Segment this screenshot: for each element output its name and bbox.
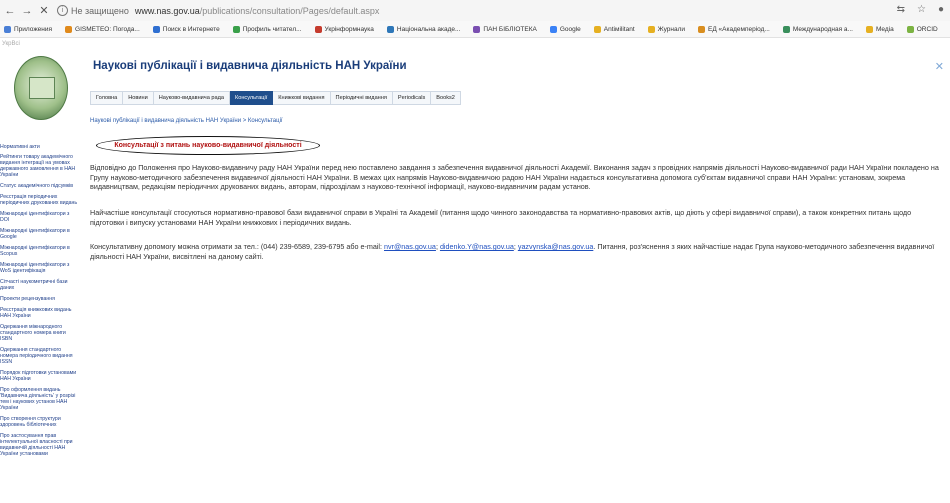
bookmark-icon xyxy=(4,25,11,33)
close-icon[interactable]: ✕ xyxy=(935,60,944,73)
tab-menu-item[interactable]: Періодичні видання xyxy=(330,91,393,105)
sidebar-item[interactable]: Реєстрація періодичних періодичних друко… xyxy=(0,194,78,206)
tab-menu-item[interactable]: Books2 xyxy=(431,91,461,105)
email-link-didenko[interactable]: didenko.Y@nas.gov.ua xyxy=(440,242,514,251)
bookmark-item[interactable]: Національна акаде... xyxy=(383,25,461,33)
back-icon[interactable]: ← xyxy=(3,5,17,17)
bookmark-icon xyxy=(906,25,914,33)
bookmark-label: Національна акаде... xyxy=(396,25,461,33)
bookmark-item[interactable]: GISMETEO: Погода... xyxy=(61,25,140,33)
bookmark-item[interactable]: Укрінформнаука xyxy=(311,25,374,33)
bookmark-item[interactable]: Поиск в Интернете xyxy=(149,25,220,33)
browser-actions: ⇆ ☆ ● xyxy=(897,4,944,15)
address-bar: ← → ✕ i Не защищено www.nas.gov.ua/publi… xyxy=(0,0,950,22)
email-link-nvr[interactable]: nvr@nas.gov.ua xyxy=(384,242,436,251)
bookmark-item[interactable]: ПАН БІБЛІОТЕКА xyxy=(469,25,537,33)
sidebar-item[interactable]: Міжнародні ідентифікатори в Google xyxy=(0,228,78,240)
content-paragraph-1: Відповідно до Положення про Науково-вида… xyxy=(90,163,939,192)
top-menu: Головна Новини Науково-видавнича рада Консу… xyxy=(90,91,461,105)
bookmark-icon xyxy=(549,25,557,33)
tab-menu-item[interactable]: Науково-видавнича рада xyxy=(153,91,230,105)
breadcrumb[interactable]: Наукові публікації і видавнича діяльніст… xyxy=(90,118,283,124)
page-heading-text: Консультації з питань науково-видавничої… xyxy=(114,142,302,149)
sidebar-item[interactable]: Проекти рецензування xyxy=(0,296,78,302)
bookmark-icon xyxy=(65,25,73,33)
bookmark-item[interactable]: Журнали xyxy=(644,25,685,33)
stop-icon[interactable]: ✕ xyxy=(37,4,51,17)
url-path: /publications/consultation/Pages/default… xyxy=(199,5,380,16)
sidebar-item[interactable]: Одержання стандартного номера періодично… xyxy=(0,347,78,365)
page-top-text: УкрВсі xyxy=(2,41,20,47)
bookmark-icon xyxy=(386,25,394,33)
sidebar-item[interactable]: Сітчасті наукометричні бази даних xyxy=(0,279,78,291)
bookmark-item[interactable]: ORCID xyxy=(903,25,938,33)
sidebar-item[interactable]: Порядок підготовки установами НАН Україн… xyxy=(0,370,78,382)
tab-menu-item[interactable]: Periodicals xyxy=(392,91,432,105)
bookmark-icon xyxy=(473,25,481,33)
sidebar-item[interactable]: Реєстрація книжкових видань НАН України xyxy=(0,307,78,319)
bookmark-item[interactable]: Профиль читател... xyxy=(229,25,302,33)
sidebar-item[interactable]: Нормативні акти xyxy=(0,144,78,150)
info-icon[interactable]: i xyxy=(57,5,68,16)
star-icon[interactable]: ☆ xyxy=(917,4,926,15)
bookmark-label: Поиск в Интернете xyxy=(162,25,220,33)
bookmark-item[interactable]: Приложения xyxy=(0,25,53,33)
bookmark-label: Antiмilitant xyxy=(603,25,635,33)
bookmark-label: Профиль читател... xyxy=(242,25,302,33)
sidebar-item[interactable]: Статус академічного підсумків xyxy=(0,183,78,189)
sidebar-nav: Нормативні акти Рейтинги товару академічн… xyxy=(0,144,78,462)
bookmark-label: GISMETEO: Погода... xyxy=(75,25,140,33)
sidebar-item[interactable]: Про створення структури здоровень бібліо… xyxy=(0,416,78,428)
bookmark-icon xyxy=(647,25,655,33)
sidebar-item[interactable]: Міжнародні ідентифікатори з WoS ідентифі… xyxy=(0,262,78,274)
tab-menu-item[interactable]: Книжкові видання xyxy=(273,91,331,105)
bookmark-label: Укрінформнаука xyxy=(324,25,374,33)
bookmark-icon xyxy=(865,25,873,33)
url-host: www.nas.gov.ua xyxy=(134,5,200,16)
bookmarks-bar: Приложения GISMETEO: Погода... Поиск в Инт… xyxy=(0,21,950,38)
tab-menu-item[interactable]: Головна xyxy=(90,91,124,105)
bookmark-item[interactable]: Медіа xyxy=(862,25,894,33)
sidebar-item[interactable]: Міжнародні ідентифікатори в Scopus xyxy=(0,245,78,257)
bookmark-icon xyxy=(232,25,240,33)
bookmark-item[interactable]: ЕД «Академперіод... xyxy=(694,25,770,33)
site-title: Наукові публікації і видавнича діяльніст… xyxy=(93,60,407,72)
bookmark-icon xyxy=(593,25,601,33)
bookmark-icon xyxy=(782,25,790,33)
bookmark-icon xyxy=(314,25,322,33)
bookmark-icon xyxy=(698,25,705,33)
bookmark-label: ORCID xyxy=(916,25,938,33)
tab-menu-item[interactable]: Консультації xyxy=(229,91,274,105)
bookmark-label: ПАН БІБЛІОТЕКА xyxy=(483,25,537,33)
translate-icon[interactable]: ⇆ xyxy=(897,4,905,15)
sidebar-item[interactable]: Про оформлення видань 'Видавнича діяльні… xyxy=(0,387,78,411)
page-heading: Консультації з питань науково-видавничої… xyxy=(96,136,320,155)
sidebar-item[interactable]: Про застосування прав інтелектуальної вл… xyxy=(0,433,78,457)
bookmark-label: Приложения xyxy=(14,25,53,33)
insecure-label: Не защищено xyxy=(71,5,129,16)
content-paragraph-3: Консультативну допомогу можна отримати з… xyxy=(90,242,942,261)
bookmark-label: ЕД «Академперіод... xyxy=(708,25,770,33)
bookmark-label: Google xyxy=(559,25,581,33)
url-input[interactable]: www.nas.gov.ua/publications/consultation… xyxy=(135,6,380,16)
bookmark-item[interactable]: Google xyxy=(546,25,581,33)
contact-text: Консультативну допомогу можна отримати з… xyxy=(90,242,385,251)
bookmark-item[interactable]: Международная а... xyxy=(779,25,853,33)
sidebar-item[interactable]: Одержання міжнародного стандартного номе… xyxy=(0,324,78,342)
bookmark-label: Международная а... xyxy=(792,25,853,33)
bookmark-label: Медіа xyxy=(875,25,894,33)
content-paragraph-2: Найчастіше консультації стосуються норма… xyxy=(90,208,912,227)
bookmark-icon xyxy=(152,25,160,33)
profile-icon[interactable]: ● xyxy=(938,4,944,15)
nasu-logo[interactable] xyxy=(14,56,68,120)
bookmark-label: Журнали xyxy=(657,25,685,33)
sidebar-item[interactable]: Рейтинги товару академічного видання інт… xyxy=(0,154,78,178)
forward-icon[interactable]: → xyxy=(20,5,34,17)
logo-building-icon xyxy=(29,77,55,99)
tab-menu-item[interactable]: Новини xyxy=(123,91,154,105)
email-link-yazvynska[interactable]: yazvynska@nas.gov.ua xyxy=(518,242,593,251)
bookmark-item[interactable]: Antiмilitant xyxy=(590,25,635,33)
sidebar-item[interactable]: Міжнародні ідентифікатори з DOI xyxy=(0,211,78,223)
